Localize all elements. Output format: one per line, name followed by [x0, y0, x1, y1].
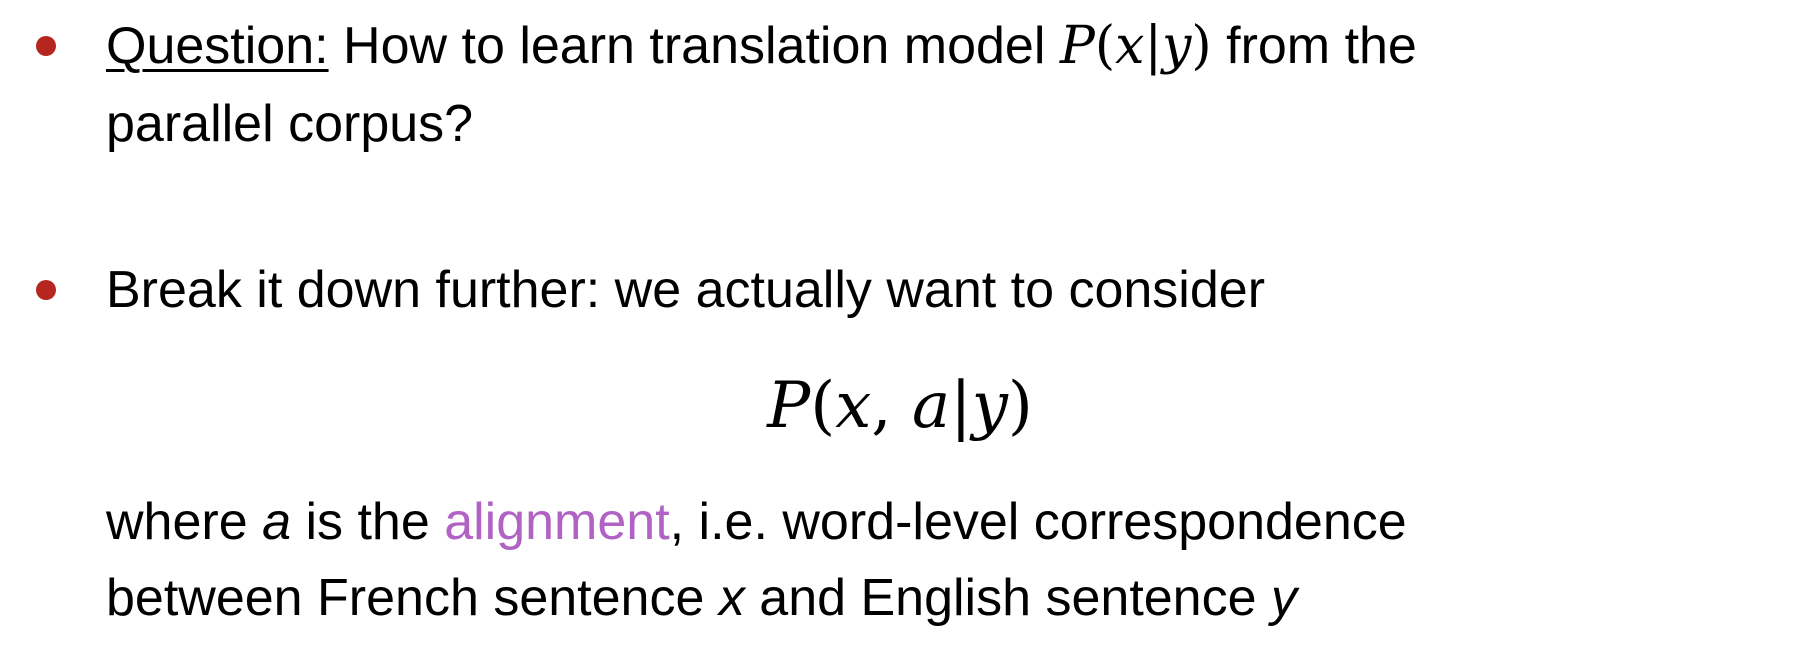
bullet-marker-2 — [36, 280, 56, 300]
bullet-marker-1 — [36, 36, 56, 56]
explanation-line-1: where a is the alignment, i.e. word-leve… — [106, 493, 1407, 551]
bullet-1-line-1: Question: How to learn translation model… — [106, 14, 1417, 78]
variable-y: y — [1270, 569, 1297, 627]
alignment-formula: P(x, a|y) — [0, 365, 1800, 446]
question-text: How to learn translation model — [328, 17, 1060, 75]
bullet-2-line-1: Break it down further: we actually want … — [106, 261, 1266, 319]
explanation-line-2: between French sentence x and English se… — [106, 569, 1297, 627]
bullet-1-line-2: parallel corpus? — [106, 95, 474, 153]
variable-a: a — [262, 493, 291, 551]
question-text-end: from the — [1211, 17, 1417, 75]
variable-x: x — [718, 569, 745, 627]
translation-model-formula: P(x|y) — [1059, 16, 1212, 76]
formula-expression: P(x, a|y) — [767, 369, 1033, 443]
question-label: Question: — [106, 17, 329, 75]
alignment-term: alignment — [444, 493, 670, 551]
